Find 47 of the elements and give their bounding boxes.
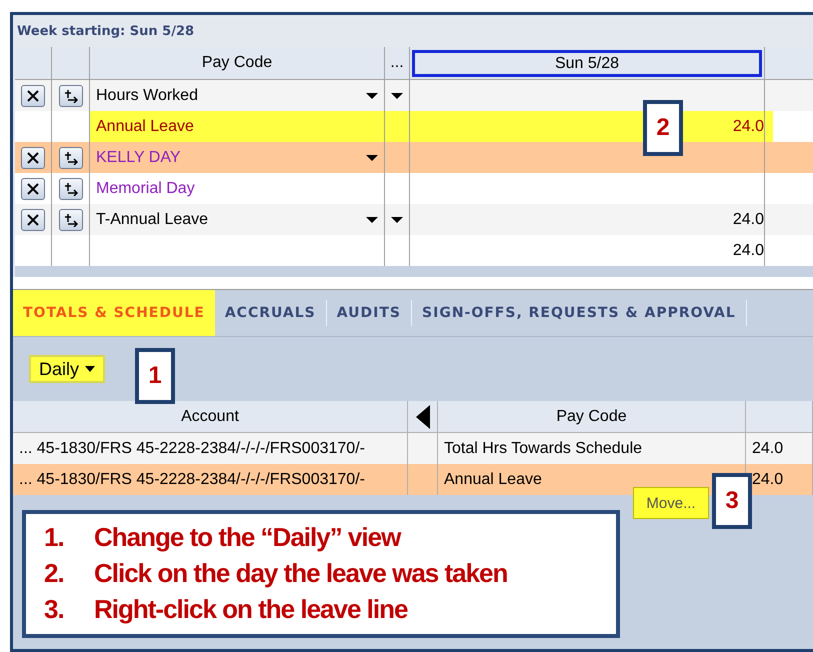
step-text: Change to the “Daily” view: [94, 522, 402, 553]
tab[interactable]: AUDITS: [326, 300, 412, 326]
move-icon[interactable]: [58, 178, 82, 200]
hours-value[interactable]: 24.0: [732, 118, 764, 136]
view-dropdown[interactable]: Daily: [29, 355, 106, 383]
caret-icon[interactable]: [366, 154, 378, 162]
grid-row[interactable]: Memorial Day: [15, 173, 813, 204]
caret-icon[interactable]: [391, 92, 403, 100]
grid-row[interactable]: ... 45-1830/FRS 45-2228-2384/-/-/-/FRS003170/- Total Hrs Towards Schedule 24.0: [13, 433, 813, 464]
day-column-header[interactable]: Sun 5/28: [412, 50, 762, 77]
pay-code-text[interactable]: Hours Worked: [96, 86, 198, 104]
grid-row[interactable]: Hours Worked: [15, 80, 813, 111]
delete-icon[interactable]: [21, 84, 45, 106]
move-menu-item[interactable]: Move...: [633, 487, 709, 519]
step-text: Right-click on the leave line: [94, 594, 408, 625]
caret-icon[interactable]: [366, 92, 378, 100]
collapse-arrow-icon[interactable]: [416, 404, 430, 428]
move-icon[interactable]: [58, 146, 82, 168]
grid-row[interactable]: KELLY DAY: [15, 142, 813, 173]
caret-icon: [85, 366, 96, 372]
step-number-callout: 2: [643, 100, 683, 156]
column-header[interactable]: Pay Code: [438, 401, 746, 432]
caret-icon[interactable]: [391, 216, 403, 224]
step-number-callout: 3: [712, 473, 752, 529]
grid-row[interactable]: 24.0: [15, 235, 813, 266]
delete-icon[interactable]: [21, 178, 45, 200]
caret-icon[interactable]: [366, 216, 378, 224]
step-number: 1.: [44, 522, 65, 553]
step-number: 3.: [44, 594, 65, 625]
move-icon[interactable]: [58, 208, 82, 230]
pay-code-text[interactable]: Annual Leave: [96, 118, 194, 136]
pay-code-text[interactable]: KELLY DAY: [96, 148, 180, 166]
pay-code-text[interactable]: T-Annual Leave: [96, 210, 208, 228]
step-number-callout: 1: [135, 348, 175, 404]
grid-row[interactable]: T-Annual Leave 24.0: [15, 204, 813, 235]
step-text: Click on the day the leave was taken: [94, 558, 508, 589]
delete-icon[interactable]: [21, 146, 45, 168]
week-title: Week starting: Sun 5/28: [16, 22, 196, 40]
move-icon[interactable]: [58, 84, 82, 106]
hours-value[interactable]: 24.0: [732, 242, 764, 260]
step-number: 2.: [44, 558, 65, 589]
hours-value[interactable]: 24.0: [732, 210, 764, 228]
tab[interactable]: SIGN-OFFS, REQUESTS & APPROVAL: [412, 300, 747, 326]
delete-icon[interactable]: [21, 208, 45, 230]
tab[interactable]: ACCRUALS: [214, 300, 327, 326]
account-cell: ... 45-1830/FRS 45-2228-2384/-/-/-/FRS003170/-: [13, 464, 408, 495]
pay-code-text[interactable]: Memorial Day: [96, 180, 195, 198]
